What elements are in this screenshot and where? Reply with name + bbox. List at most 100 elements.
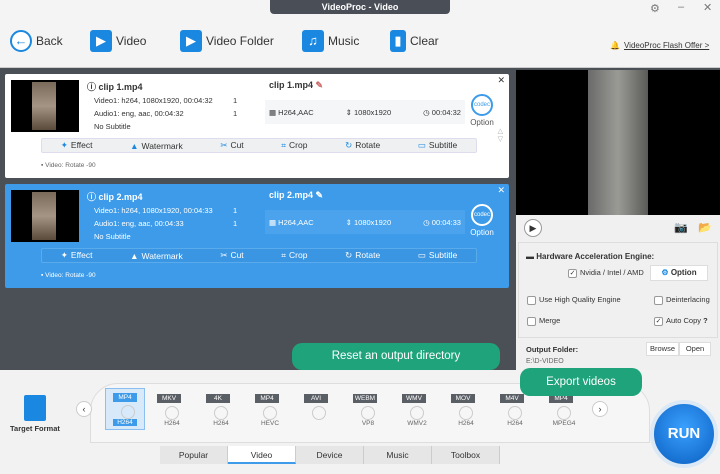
subtitle-button[interactable]: ▭ Subtitle xyxy=(418,250,457,261)
browse-button[interactable]: Browse xyxy=(646,342,679,356)
rotate-button[interactable]: ↻ Rotate xyxy=(345,250,380,261)
codec-option-button[interactable]: codec Option xyxy=(467,204,497,237)
format-prev-button[interactable]: ‹ xyxy=(76,401,92,417)
format-codec: H264 xyxy=(113,419,137,426)
add-music-button[interactable]: ♫ Music xyxy=(302,30,359,52)
film-reel-icon xyxy=(459,406,473,420)
film-reel-icon xyxy=(214,406,228,420)
format-item[interactable]: WMV WMV2 xyxy=(402,394,432,430)
output-resolution: 1080x1920 xyxy=(354,107,392,117)
clip-card[interactable]: ⓘ clip 1.mp4 Video1: h264, 1080x1920, 00… xyxy=(5,74,509,178)
help-icon[interactable]: ? xyxy=(703,316,708,325)
format-container: MP4 xyxy=(255,394,279,403)
format-container: WMV xyxy=(402,394,426,403)
watermark-button[interactable]: ▲ Watermark xyxy=(130,251,183,261)
tab-toolbox[interactable]: Toolbox xyxy=(432,446,500,464)
clear-label: Clear xyxy=(410,34,439,48)
high-quality-checkbox[interactable]: Use High Quality Engine xyxy=(527,295,621,305)
play-button[interactable]: ▶ xyxy=(524,219,542,237)
add-video-icon: ▶ xyxy=(90,30,112,52)
clip-card-selected[interactable]: ⓘ clip 2.mp4 Video1: h264, 1080x1920, 00… xyxy=(5,184,509,288)
codec-gear-icon: codec xyxy=(471,204,493,226)
video-folder-icon: ▶ xyxy=(180,30,202,52)
open-folder-icon[interactable]: 📂 xyxy=(698,221,712,234)
hw-option-button[interactable]: ⚙ Option xyxy=(650,265,708,281)
crop-button[interactable]: ⌗ Crop xyxy=(281,140,307,151)
deinterlacing-checkbox[interactable]: Deinterlacing xyxy=(654,295,710,305)
film-reel-icon xyxy=(312,406,326,420)
add-video-button[interactable]: ▶ Video xyxy=(90,30,146,52)
snapshot-camera-icon[interactable]: 📷 xyxy=(674,221,688,234)
tab-music[interactable]: Music xyxy=(364,446,432,464)
music-label: Music xyxy=(328,34,360,48)
tab-device[interactable]: Device xyxy=(296,446,364,464)
target-format-label: Target Format xyxy=(10,424,60,433)
tab-popular[interactable]: Popular xyxy=(160,446,228,464)
edit-pencil-icon[interactable]: ✎ xyxy=(316,190,324,200)
flash-offer-label: VideoProc Flash Offer > xyxy=(623,41,710,50)
settings-gear-icon[interactable]: ⚙ xyxy=(650,2,660,15)
effect-button[interactable]: ✦ Effect xyxy=(61,140,93,151)
format-item[interactable]: MP4 MPEG4 xyxy=(549,394,579,430)
output-info: ▦ H264,AAC ⇕ 1080x1920 ◷ 00:04:32 xyxy=(265,100,465,124)
output-name[interactable]: clip 2.mp4 xyxy=(269,190,313,200)
format-item[interactable]: MP4 HEVC xyxy=(255,394,285,430)
format-item[interactable]: AVI xyxy=(304,394,334,430)
watermark-button[interactable]: ▲ Watermark xyxy=(130,141,183,151)
crop-button[interactable]: ⌗ Crop xyxy=(281,250,307,261)
format-item[interactable]: 4K H264 xyxy=(206,394,236,430)
add-video-folder-button[interactable]: ▶ Video Folder xyxy=(180,30,274,52)
format-item[interactable]: MP4 H264 xyxy=(105,388,145,430)
video-track-info[interactable]: Video1: h264, 1080x1920, 00:04:33 xyxy=(94,206,213,215)
remove-clip-icon[interactable]: ✕ xyxy=(497,185,505,196)
option-label: Option xyxy=(470,118,494,127)
audio-track-info[interactable]: Audio1: eng, aac, 00:04:32 xyxy=(94,109,184,118)
clear-button[interactable]: ▮ Clear xyxy=(390,30,439,52)
close-window-button[interactable]: ✕ xyxy=(703,1,712,14)
edit-pencil-icon[interactable]: ✎ xyxy=(316,80,324,90)
format-next-button[interactable]: › xyxy=(592,401,608,417)
subtitle-info[interactable]: No Subtitle xyxy=(94,122,131,131)
output-duration: 00:04:33 xyxy=(431,217,461,227)
trash-icon: ▮ xyxy=(390,30,406,52)
format-item[interactable]: MKV H264 xyxy=(157,394,187,430)
remove-clip-icon[interactable]: ✕ xyxy=(497,75,505,86)
tab-video[interactable]: Video xyxy=(228,446,296,464)
audio-track-info[interactable]: Audio1: eng, aac, 00:04:33 xyxy=(94,219,184,228)
codec-option-button[interactable]: codec Option xyxy=(467,94,497,127)
cut-button[interactable]: ✂ Cut xyxy=(220,140,243,151)
clip-note: Video: Rotate -90 xyxy=(45,162,96,169)
subtitle-button[interactable]: ▭ Subtitle xyxy=(418,140,457,151)
format-item[interactable]: MOV H264 xyxy=(451,394,481,430)
video-label: Video xyxy=(116,34,147,48)
run-button[interactable]: RUN xyxy=(650,400,718,468)
open-button[interactable]: Open xyxy=(679,342,711,356)
format-codec: HEVC xyxy=(260,420,280,427)
subtitle-info[interactable]: No Subtitle xyxy=(94,232,131,241)
edit-toolbar: ✦ Effect ▲ Watermark ✂ Cut ⌗ Crop ↻ Rotate ▭ S… xyxy=(41,138,477,153)
flash-offer-link[interactable]: 🔔 VideoProc Flash Offer > xyxy=(610,41,709,50)
auto-copy-checkbox[interactable]: ✓ Auto Copy ? xyxy=(654,316,708,326)
clip-thumbnail xyxy=(11,80,79,132)
output-name[interactable]: clip 1.mp4 xyxy=(269,80,313,90)
effect-button[interactable]: ✦ Effect xyxy=(61,250,93,261)
merge-checkbox[interactable]: Merge xyxy=(527,316,560,326)
back-button[interactable]: ← Back xyxy=(10,30,63,52)
format-container: 4K xyxy=(206,394,230,403)
reorder-arrows-icon[interactable]: △ ▽ xyxy=(498,128,503,144)
video-track-info[interactable]: Video1: h264, 1080x1920, 00:04:32 xyxy=(94,96,213,105)
minimize-button[interactable]: – xyxy=(678,1,684,13)
target-format-icon[interactable] xyxy=(24,395,46,421)
back-label: Back xyxy=(36,34,63,48)
format-item[interactable]: M4V H264 xyxy=(500,394,530,430)
format-item[interactable]: WEBM VP8 xyxy=(353,394,383,430)
audio-track-count: 1 xyxy=(233,219,238,228)
reset-output-callout: Reset an output directory xyxy=(292,343,500,370)
cut-button[interactable]: ✂ Cut xyxy=(220,250,243,261)
film-reel-icon xyxy=(557,406,571,420)
info-icon[interactable]: ⓘ xyxy=(87,82,99,92)
bell-icon: 🔔 xyxy=(610,41,620,50)
hw-accel-checkbox[interactable]: ✓ Nvidia / Intel / AMD xyxy=(568,268,644,278)
rotate-button[interactable]: ↻ Rotate xyxy=(345,140,380,151)
info-icon[interactable]: ⓘ xyxy=(87,192,99,202)
